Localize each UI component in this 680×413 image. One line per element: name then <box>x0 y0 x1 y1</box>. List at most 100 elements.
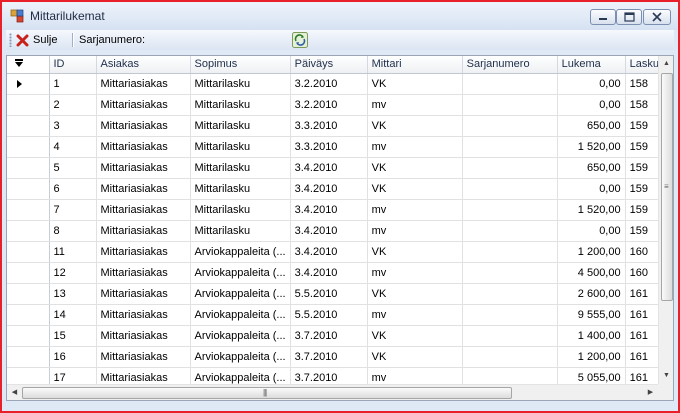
cell-serial[interactable] <box>462 283 558 305</box>
vertical-scrollbar[interactable]: ▲ ≡ ▼ <box>658 56 673 384</box>
close-toolbar-button[interactable]: Sulje <box>16 31 57 49</box>
cell-contract[interactable]: Mittarilasku <box>190 94 291 116</box>
cell-date[interactable]: 3.4.2010 <box>290 157 368 179</box>
cell-id[interactable]: 11 <box>49 241 97 263</box>
row-header[interactable] <box>7 262 50 284</box>
row-header[interactable] <box>7 178 50 200</box>
cell-id[interactable]: 6 <box>49 178 97 200</box>
row-header[interactable] <box>7 157 50 179</box>
cell-customer[interactable]: Mittariasiakas <box>96 115 191 137</box>
cell-date[interactable]: 3.4.2010 <box>290 199 368 221</box>
cell-meter[interactable]: mv <box>367 94 463 116</box>
row-header[interactable] <box>7 115 50 137</box>
cell-meter[interactable]: VK <box>367 73 463 95</box>
cell-contract[interactable]: Mittarilasku <box>190 220 291 242</box>
table-row[interactable]: 5 Mittariasiakas Mittarilasku 3.4.2010 VK 650… <box>7 157 664 179</box>
cell-meter[interactable]: mv <box>367 136 463 158</box>
cell-serial[interactable] <box>462 178 558 200</box>
cell-reading[interactable]: 2 600,00 <box>557 283 626 305</box>
cell-customer[interactable]: Mittariasiakas <box>96 178 191 200</box>
row-header[interactable] <box>7 325 50 347</box>
cell-serial[interactable] <box>462 115 558 137</box>
column-header-contract[interactable]: Sopimus <box>190 56 291 74</box>
scroll-up-icon[interactable]: ▲ <box>659 56 673 71</box>
row-header[interactable] <box>7 241 50 263</box>
row-header[interactable] <box>7 136 50 158</box>
cell-date[interactable]: 3.3.2010 <box>290 136 368 158</box>
cell-meter[interactable]: mv <box>367 199 463 221</box>
cell-meter[interactable]: VK <box>367 115 463 137</box>
row-header[interactable] <box>7 346 50 368</box>
cell-date[interactable]: 3.2.2010 <box>290 73 368 95</box>
cell-id[interactable]: 12 <box>49 262 97 284</box>
cell-id[interactable]: 4 <box>49 136 97 158</box>
table-row[interactable]: 1 Mittariasiakas Mittarilasku 3.2.2010 VK 0,0… <box>7 73 664 95</box>
cell-contract[interactable]: Mittarilasku <box>190 73 291 95</box>
cell-serial[interactable] <box>462 325 558 347</box>
table-row[interactable]: 3 Mittariasiakas Mittarilasku 3.3.2010 VK 650… <box>7 115 664 137</box>
toolbar-grip[interactable] <box>9 33 12 47</box>
minimize-button[interactable] <box>590 9 616 25</box>
cell-id[interactable]: 1 <box>49 73 97 95</box>
cell-reading[interactable]: 1 200,00 <box>557 346 626 368</box>
cell-reading[interactable]: 4 500,00 <box>557 262 626 284</box>
cell-contract[interactable]: Arviokappaleita (... <box>190 283 291 305</box>
cell-reading[interactable]: 9 555,00 <box>557 304 626 326</box>
cell-serial[interactable] <box>462 304 558 326</box>
cell-customer[interactable]: Mittariasiakas <box>96 73 191 95</box>
refresh-icon[interactable] <box>292 32 308 48</box>
table-row[interactable]: 13 Mittariasiakas Arviokappaleita (... 5.5.… <box>7 283 664 305</box>
row-header[interactable] <box>7 220 50 242</box>
cell-contract[interactable]: Mittarilasku <box>190 115 291 137</box>
cell-reading[interactable]: 1 200,00 <box>557 241 626 263</box>
table-row[interactable]: 6 Mittariasiakas Mittarilasku 3.4.2010 VK 0,0… <box>7 178 664 200</box>
cell-customer[interactable]: Mittariasiakas <box>96 157 191 179</box>
cell-reading[interactable]: 1 520,00 <box>557 136 626 158</box>
table-row[interactable]: 4 Mittariasiakas Mittarilasku 3.3.2010 mv 1 5… <box>7 136 664 158</box>
cell-customer[interactable]: Mittariasiakas <box>96 346 191 368</box>
cell-date[interactable]: 3.2.2010 <box>290 94 368 116</box>
vertical-scroll-thumb[interactable]: ≡ <box>661 73 673 301</box>
cell-date[interactable]: 3.7.2010 <box>290 346 368 368</box>
cell-meter[interactable]: VK <box>367 346 463 368</box>
cell-customer[interactable]: Mittariasiakas <box>96 199 191 221</box>
table-row[interactable]: 12 Mittariasiakas Arviokappaleita (... 3.4.… <box>7 262 664 284</box>
cell-date[interactable]: 3.4.2010 <box>290 178 368 200</box>
select-all-header[interactable] <box>7 56 50 74</box>
cell-serial[interactable] <box>462 157 558 179</box>
cell-meter[interactable]: mv <box>367 262 463 284</box>
cell-reading[interactable]: 0,00 <box>557 220 626 242</box>
cell-customer[interactable]: Mittariasiakas <box>96 241 191 263</box>
cell-meter[interactable]: VK <box>367 178 463 200</box>
cell-date[interactable]: 3.3.2010 <box>290 115 368 137</box>
cell-serial[interactable] <box>462 94 558 116</box>
title-bar[interactable]: Mittarilukemat <box>2 2 678 30</box>
column-header-id[interactable]: ID <box>49 56 97 74</box>
column-header-meter[interactable]: Mittari <box>367 56 463 74</box>
cell-meter[interactable]: VK <box>367 157 463 179</box>
cell-contract[interactable]: Mittarilasku <box>190 199 291 221</box>
cell-date[interactable]: 3.7.2010 <box>290 325 368 347</box>
cell-customer[interactable]: Mittariasiakas <box>96 304 191 326</box>
maximize-button[interactable] <box>616 9 642 25</box>
close-button[interactable] <box>643 9 671 25</box>
horizontal-scrollbar[interactable]: ◀ ||| ▶ <box>7 384 658 400</box>
cell-id[interactable]: 2 <box>49 94 97 116</box>
cell-serial[interactable] <box>462 346 558 368</box>
cell-meter[interactable]: mv <box>367 304 463 326</box>
cell-customer[interactable]: Mittariasiakas <box>96 220 191 242</box>
cell-date[interactable]: 3.4.2010 <box>290 220 368 242</box>
cell-contract[interactable]: Mittarilasku <box>190 136 291 158</box>
column-header-reading[interactable]: Lukema <box>557 56 626 74</box>
table-row[interactable]: 14 Mittariasiakas Arviokappaleita (... 5.5.… <box>7 304 664 326</box>
cell-customer[interactable]: Mittariasiakas <box>96 94 191 116</box>
column-header-serial[interactable]: Sarjanumero <box>462 56 558 74</box>
cell-serial[interactable] <box>462 262 558 284</box>
cell-contract[interactable]: Arviokappaleita (... <box>190 304 291 326</box>
cell-id[interactable]: 15 <box>49 325 97 347</box>
cell-serial[interactable] <box>462 136 558 158</box>
table-row[interactable]: 8 Mittariasiakas Mittarilasku 3.4.2010 mv 0,0… <box>7 220 664 242</box>
cell-id[interactable]: 8 <box>49 220 97 242</box>
cell-serial[interactable] <box>462 199 558 221</box>
row-header[interactable] <box>7 283 50 305</box>
